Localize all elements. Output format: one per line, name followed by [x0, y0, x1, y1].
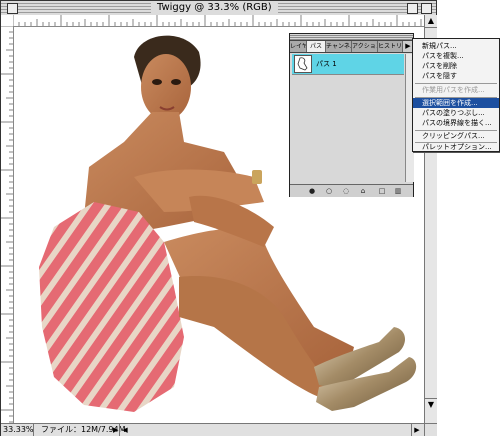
- palette-footer: ● ○ ◌ ⌂ □ ▥: [290, 184, 413, 197]
- path-row[interactable]: パス 1: [292, 54, 404, 75]
- menu-item-new-path[interactable]: 新規パス...: [413, 41, 499, 51]
- menu-item-delete-path[interactable]: パスを削除: [413, 61, 499, 71]
- status-menu-arrow[interactable]: ▶: [113, 424, 118, 436]
- zoom-box[interactable]: [407, 3, 418, 14]
- menu-item-duplicate-path[interactable]: パスを複製...: [413, 51, 499, 61]
- menu-item-palette-options[interactable]: パレットオプション...: [413, 142, 499, 152]
- trash-icon[interactable]: ▥: [394, 187, 402, 195]
- tab-history[interactable]: ヒストリー: [378, 41, 403, 52]
- menu-separator: [415, 83, 497, 84]
- menu-item-stroke-path[interactable]: パスの境界線を描く...: [413, 118, 499, 128]
- title-bar[interactable]: Twiggy @ 33.3% (RGB): [1, 1, 436, 16]
- fill-path-icon[interactable]: ●: [308, 187, 316, 195]
- horizontal-ruler: [13, 15, 424, 27]
- menu-item-clipping-path[interactable]: クリッピングパス...: [413, 131, 499, 141]
- path-thumbnail-icon: [294, 55, 312, 73]
- palette-title-bar[interactable]: [290, 34, 413, 41]
- zoom-level-field[interactable]: 33.33%: [3, 424, 34, 436]
- palette-flyout-menu: 新規パス... パスを複製... パスを削除 パスを隠す 作業用パスを作成...…: [412, 38, 500, 152]
- paths-palette: レイヤー パス チャンネル アクション ヒストリー ▶ パス 1 ● ○ ◌ ⌂…: [289, 33, 414, 197]
- load-selection-icon[interactable]: ◌: [342, 187, 350, 195]
- menu-item-fill-path[interactable]: パスの塗りつぶし...: [413, 108, 499, 118]
- collapse-box[interactable]: [421, 3, 432, 14]
- window-title: Twiggy @ 33.3% (RGB): [151, 1, 278, 15]
- tab-layers[interactable]: レイヤー: [290, 41, 307, 52]
- new-path-icon[interactable]: □: [378, 187, 386, 195]
- vertical-ruler: [1, 26, 14, 423]
- resize-grip[interactable]: [424, 423, 437, 436]
- close-box[interactable]: [7, 3, 18, 14]
- tab-channels[interactable]: チャンネル: [326, 41, 352, 52]
- menu-item-make-work-path[interactable]: 作業用パスを作成...: [413, 85, 499, 95]
- path-name: パス 1: [316, 60, 337, 68]
- menu-item-hide-path[interactable]: パスを隠す: [413, 71, 499, 81]
- stroke-path-icon[interactable]: ○: [325, 187, 333, 195]
- tab-actions[interactable]: アクション: [352, 41, 378, 52]
- make-path-icon[interactable]: ⌂: [359, 187, 367, 195]
- palette-tabs: レイヤー パス チャンネル アクション ヒストリー ▶: [290, 41, 413, 53]
- tab-paths[interactable]: パス: [307, 41, 326, 52]
- menu-item-make-selection[interactable]: 選択範囲を作成...: [413, 98, 499, 108]
- scroll-left-arrow[interactable]: ◀: [119, 424, 130, 436]
- scroll-up-arrow[interactable]: ▲: [425, 15, 437, 28]
- status-bar: 33.33% ファイル：12M/7.94M ▶ ◀ ▶: [1, 423, 424, 436]
- scroll-right-arrow[interactable]: ▶: [411, 424, 422, 436]
- scroll-down-arrow[interactable]: ▼: [425, 398, 437, 411]
